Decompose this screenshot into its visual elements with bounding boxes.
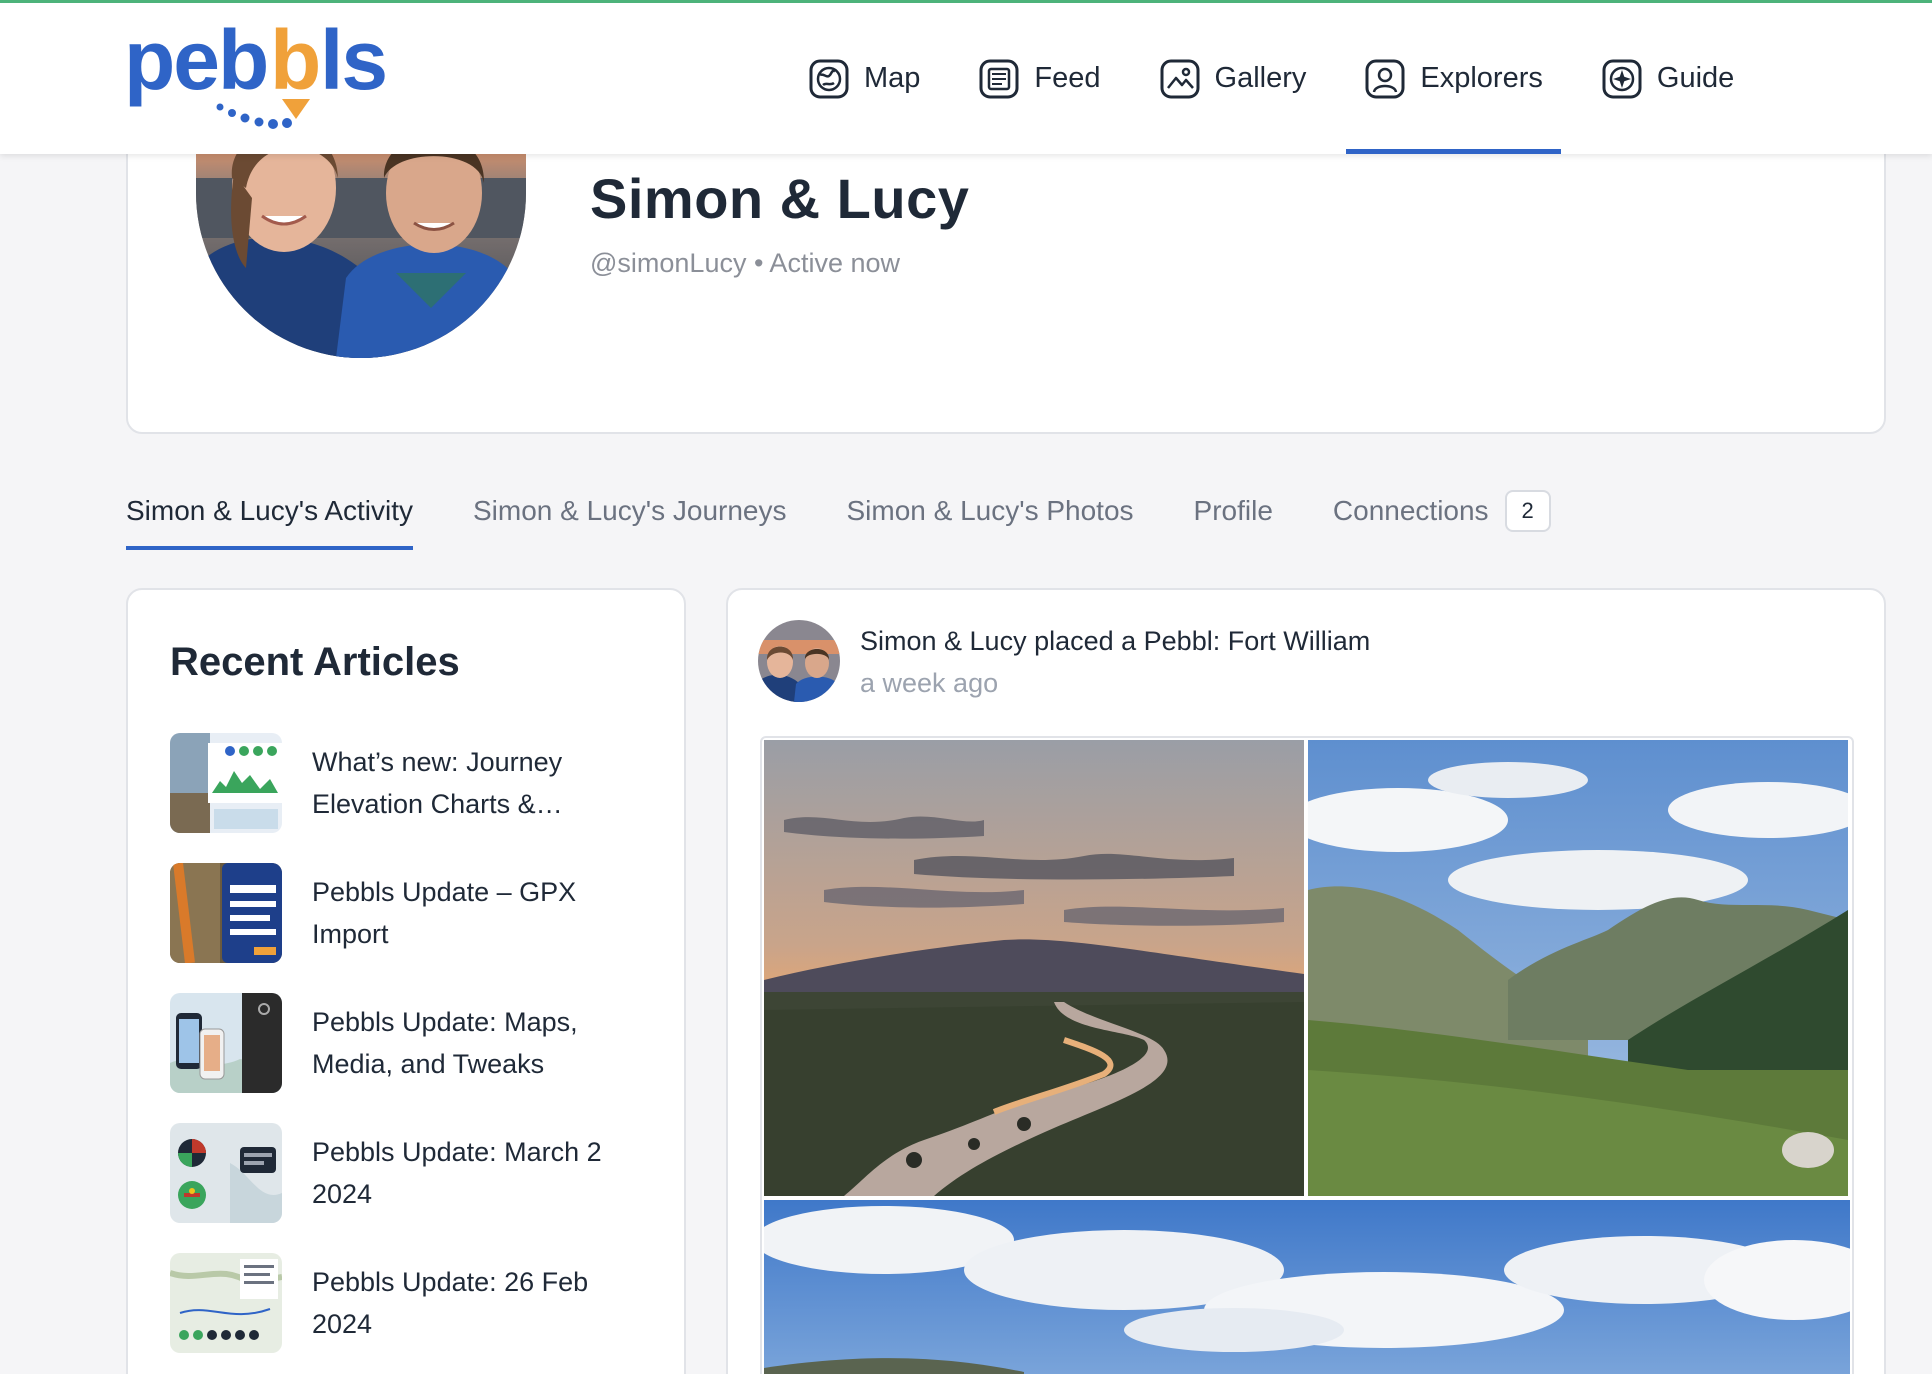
top-navigation-bar: peb b ls Map Feed Gallery Explorers Guid…: [0, 0, 1932, 154]
article-item[interactable]: Pebbls Update: 26 Feb 2024: [170, 1252, 650, 1354]
article-item[interactable]: Pebbls Update: March 2 2024: [170, 1122, 650, 1224]
user-icon: [1364, 58, 1406, 100]
svg-text:b: b: [270, 19, 321, 107]
article-title: Pebbls Update: 26 Feb 2024: [312, 1267, 589, 1339]
article-title: Pebbls Update – GPX Import: [312, 877, 577, 949]
tab-journeys[interactable]: Simon & Lucy's Journeys: [473, 470, 786, 552]
image-icon: [1159, 58, 1201, 100]
tab-connections[interactable]: Connections 2: [1333, 470, 1551, 552]
recent-articles-title: Recent Articles: [170, 640, 460, 684]
pebbls-logo[interactable]: peb b ls: [124, 19, 414, 137]
profile-tabs: Simon & Lucy's Activity Simon & Lucy's J…: [126, 470, 1611, 552]
gallery-photo-sunset-river[interactable]: [764, 740, 1304, 1196]
article-thumbnail: [170, 1123, 282, 1223]
tab-activity-label: Simon & Lucy's Activity: [126, 495, 413, 526]
nav-gallery-label: Gallery: [1214, 62, 1307, 94]
tab-connections-label: Connections: [1332, 495, 1489, 526]
nav-map[interactable]: Map: [790, 3, 938, 154]
newspaper-icon: [978, 58, 1020, 100]
nav-feed[interactable]: Feed: [960, 3, 1118, 154]
tab-photos[interactable]: Simon & Lucy's Photos: [846, 470, 1133, 552]
article-item[interactable]: Pebbls Update: Maps, Media, and Tweaks: [170, 992, 650, 1094]
feed-timestamp: a week ago: [860, 668, 999, 698]
nav-explorers-label: Explorers: [1420, 62, 1543, 94]
recent-articles-card: Recent Articles What’s new: Journey Elev…: [126, 588, 686, 1374]
profile-handle-status: @simonLucy • Active now: [590, 248, 900, 278]
connections-count-badge: 2: [1504, 490, 1551, 532]
article-title: Pebbls Update: March 2 2024: [312, 1137, 602, 1209]
article-thumbnail: [170, 733, 282, 833]
nav-guide[interactable]: Guide: [1583, 3, 1752, 154]
gallery-photo-sky-panorama[interactable]: [764, 1200, 1850, 1374]
nav-feed-label: Feed: [1034, 62, 1101, 94]
feed-activity-text: Simon & Lucy placed a Pebbl: Fort Willia…: [860, 626, 1371, 656]
feed-photo-gallery: [760, 736, 1854, 1374]
profile-name: Simon & Lucy: [590, 167, 970, 230]
svg-text:peb: peb: [124, 19, 267, 107]
nav-gallery[interactable]: Gallery: [1141, 3, 1325, 154]
nav-guide-label: Guide: [1656, 62, 1735, 94]
globe-icon: [808, 58, 850, 100]
article-title: What’s new: Journey Elevation Charts &…: [312, 747, 563, 819]
compass-icon: [1601, 58, 1643, 100]
nav-explorers[interactable]: Explorers: [1346, 3, 1561, 154]
article-item[interactable]: What’s new: Journey Elevation Charts &…: [170, 732, 650, 834]
article-thumbnail: [170, 1253, 282, 1353]
activity-feed-card: Simon & Lucy placed a Pebbl: Fort Willia…: [726, 588, 1886, 1374]
article-title: Pebbls Update: Maps, Media, and Tweaks: [312, 1007, 578, 1079]
svg-text:ls: ls: [320, 19, 386, 107]
gallery-photo-mountain-valley[interactable]: [1308, 740, 1848, 1196]
nav-map-label: Map: [864, 62, 921, 94]
tab-photos-label: Simon & Lucy's Photos: [846, 495, 1134, 526]
tab-journeys-label: Simon & Lucy's Journeys: [473, 495, 787, 526]
article-thumbnail: [170, 993, 282, 1093]
tab-profile-label: Profile: [1193, 495, 1273, 526]
article-thumbnail: [170, 863, 282, 963]
tab-profile[interactable]: Profile: [1194, 470, 1273, 552]
tab-activity[interactable]: Simon & Lucy's Activity: [126, 470, 413, 552]
main-nav: Map Feed Gallery Explorers Guide: [790, 3, 1774, 154]
article-item[interactable]: Pebbls Update – GPX Import: [170, 862, 650, 964]
feed-avatar[interactable]: [758, 620, 840, 702]
